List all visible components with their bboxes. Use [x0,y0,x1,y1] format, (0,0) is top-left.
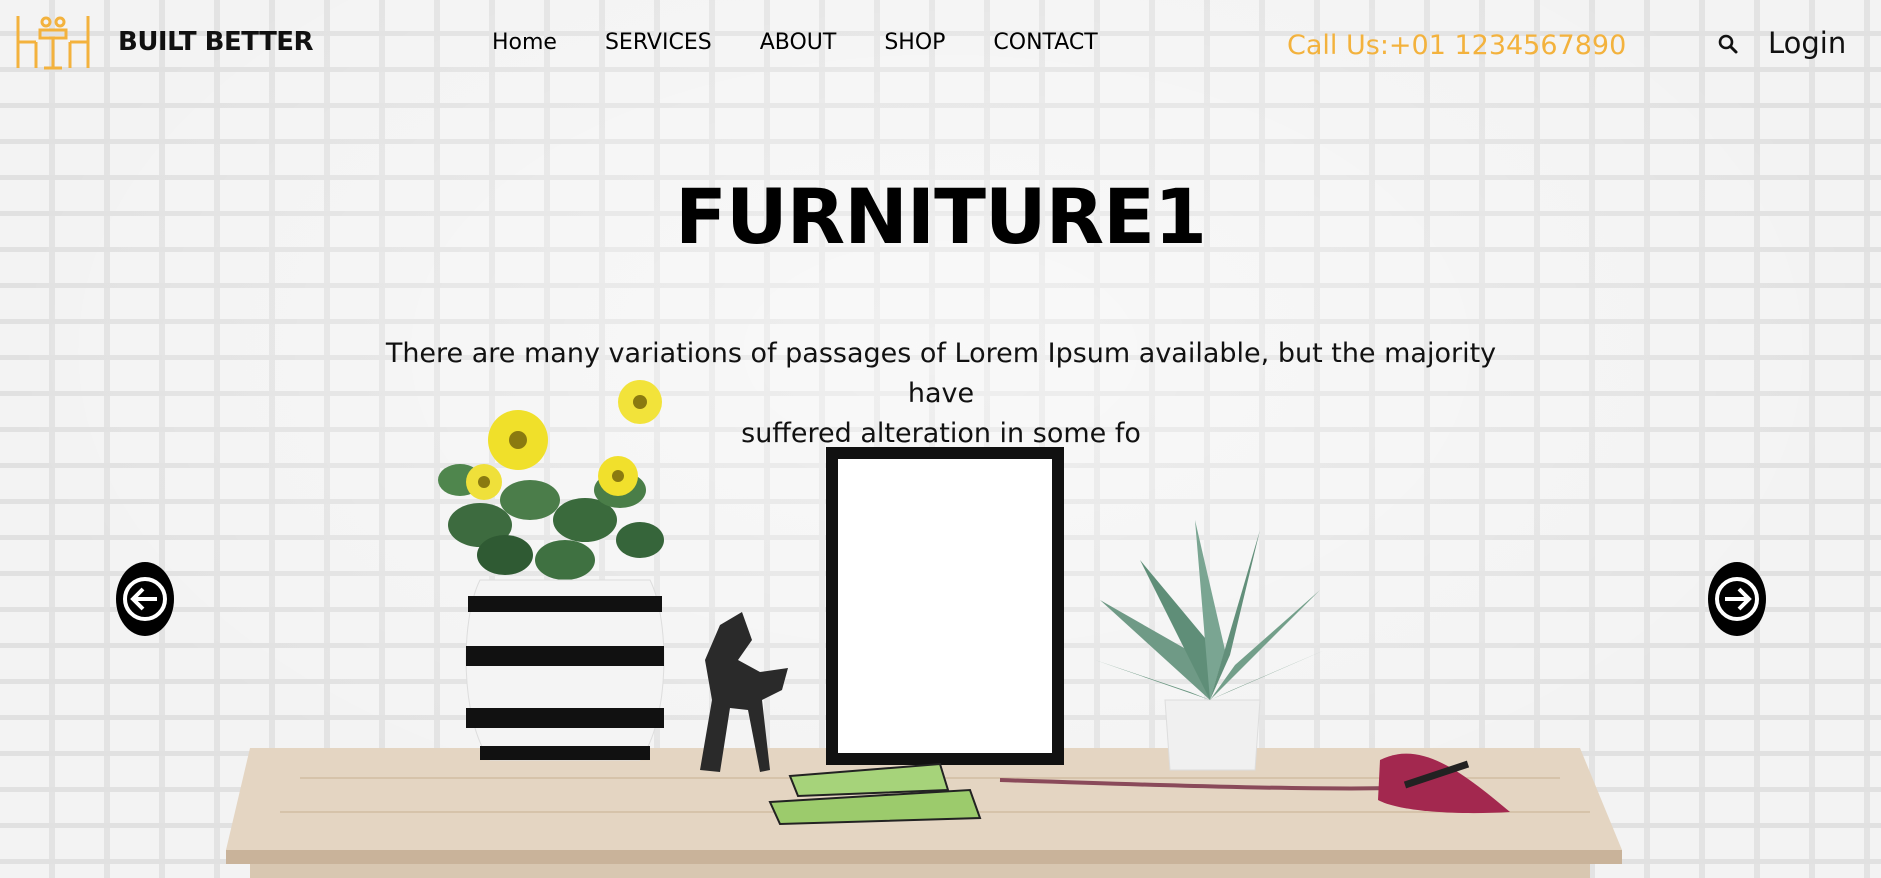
brand-name[interactable]: BUILT BETTER [118,27,314,57]
nav-item-contact[interactable]: CONTACT [993,30,1097,55]
nav-item-services[interactable]: SERVICES [605,30,712,55]
brand-logo[interactable] [14,12,92,70]
nav-item-about[interactable]: ABOUT [760,30,837,55]
hero-section: BUILT BETTER Home SERVICES ABOUT SHOP CO… [0,0,1881,878]
carousel-prev-button[interactable] [116,562,174,636]
login-link[interactable]: Login [1768,26,1846,60]
arrow-right-icon [1715,577,1759,621]
main-nav: Home SERVICES ABOUT SHOP CONTACT [492,30,1146,55]
hero-description: There are many variations of passages of… [362,334,1520,454]
carousel-next-button[interactable] [1708,562,1766,636]
hero-title: FURNITURE1 [675,172,1207,261]
striped-vase [465,579,665,761]
nav-item-shop[interactable]: SHOP [884,30,945,55]
hero-description-line2: suffered alteration in some fo [741,418,1141,449]
succulent-plant [1095,520,1325,771]
hero-description-line1: There are many variations of passages of… [385,338,1497,409]
table-edge [226,850,1622,864]
arrow-left-icon [123,577,167,621]
picture-frame [826,447,1064,765]
furniture-logo-icon [16,16,90,70]
search-icon[interactable] [1717,33,1739,55]
call-us-text: Call Us:+01 1234567890 [1287,30,1627,61]
nav-item-home[interactable]: Home [492,30,557,55]
